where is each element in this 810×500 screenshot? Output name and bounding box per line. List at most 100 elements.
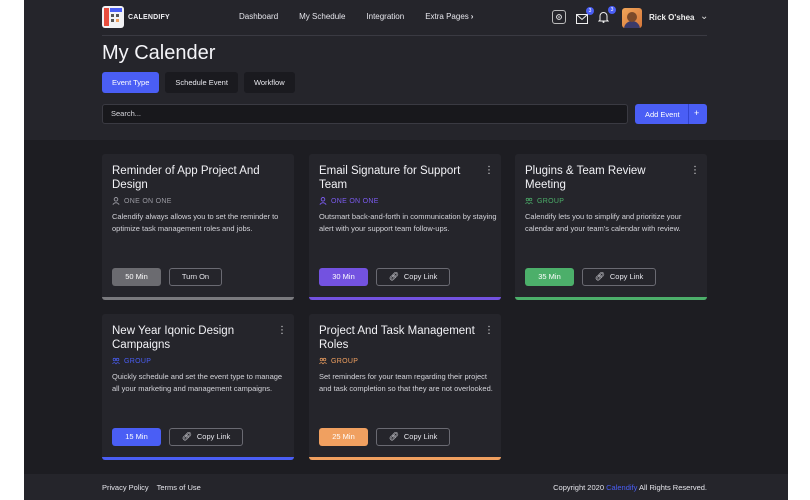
card-description: Quickly schedule and set the event type … [112,372,283,393]
mail-icon [576,14,588,24]
event-type-text: ONE ON ONE [331,197,379,205]
more-vertical-icon[interactable]: ⋮ [484,325,494,336]
terms-of-use-link[interactable]: Terms of Use [157,483,201,492]
tab-workflow[interactable]: Workflow [243,72,295,93]
action-label: Copy Link [609,272,644,281]
copyright: Copyright 2020 Calendify All Rights Rese… [553,483,707,492]
card-accent-bar [102,297,294,300]
card-title: Reminder of App Project And Design [112,165,260,191]
footer: Privacy Policy Terms of Use Copyright 20… [24,474,788,500]
nav-extra-pages-label: Extra Pages [425,12,469,21]
gear-icon [556,14,562,20]
event-type-text: GROUP [537,197,565,205]
link-icon: 🔗︎ [388,432,399,441]
card-title: Plugins & Team Review Meeting [525,165,646,191]
nav-my-schedule[interactable]: My Schedule [299,12,345,21]
brand-link[interactable]: Calendify [606,483,637,492]
copy-link-button[interactable]: 🔗︎ Copy Link [169,428,243,446]
link-icon: 🔗︎ [388,272,399,281]
link-icon: 🔗︎ [181,432,192,441]
mail-badge: 3 [586,7,594,15]
page-title: My Calender [102,42,216,64]
duration-badge: 30 Min [319,268,368,286]
event-type-text: ONE ON ONE [124,197,172,205]
add-event-divider [688,104,689,124]
card-accent-bar [309,457,501,460]
action-label: Copy Link [196,432,231,441]
action-label: Copy Link [403,432,438,441]
duration-badge: 35 Min [525,268,574,286]
nav-dashboard[interactable]: Dashboard [239,12,278,21]
duration-badge: 25 Min [319,428,368,446]
card-description: Calendify always allows you to set the r… [112,212,279,233]
copy-link-button[interactable]: 🔗︎ Copy Link [376,428,450,446]
add-event-label: Add Event [645,110,680,119]
chevron-down-icon[interactable]: ⌄ [700,11,708,22]
add-event-button[interactable]: Add Event + [635,104,707,124]
copyright-suffix: All Rights Reserved. [639,483,707,492]
duration-badge: 50 Min [112,268,161,286]
settings-button[interactable] [552,10,566,24]
group-icon [319,357,327,365]
plus-icon[interactable]: + [694,108,699,118]
nav-extra-pages[interactable]: Extra Pages › [425,12,473,21]
event-type-text: GROUP [331,357,359,365]
user-icon [112,197,120,205]
bell-icon [597,12,610,23]
event-card[interactable]: Project And Task Management Roles ⋮ GROU… [309,314,501,460]
event-type-label: GROUP [112,357,151,365]
card-description: Set reminders for your team regarding th… [319,372,493,393]
link-icon: 🔗︎ [594,272,605,281]
more-vertical-icon[interactable]: ⋮ [690,165,700,176]
logo-text: CALENDIFY [128,13,170,21]
card-title: Project And Task Management Roles [319,325,475,351]
group-icon [112,357,120,365]
user-name[interactable]: Rick O'shea [649,13,694,22]
nav-integration[interactable]: Integration [366,12,404,21]
event-type-label: GROUP [525,197,564,205]
copyright-prefix: Copyright 2020 [553,483,604,492]
logo[interactable]: CALENDIFY [102,6,170,28]
event-card[interactable]: New Year Iqonic Design Campaigns ⋮ GROUP… [102,314,294,460]
copy-link-button[interactable]: 🔗︎ Copy Link [376,268,450,286]
tab-schedule-event[interactable]: Schedule Event [165,72,238,93]
card-accent-bar [309,297,501,300]
card-title: Email Signature for Support Team [319,165,461,191]
avatar[interactable] [622,8,642,28]
privacy-policy-link[interactable]: Privacy Policy [102,483,149,492]
card-description: Outsmart back-and-forth in communication… [319,212,497,233]
card-title: New Year Iqonic Design Campaigns [112,325,235,351]
logo-icon [102,6,124,28]
header: CALENDIFY Dashboard My Schedule Integrat… [24,0,788,140]
event-card[interactable]: Email Signature for Support Team ⋮ ONE O… [309,154,501,300]
event-type-label: ONE ON ONE [112,197,172,205]
event-type-label: GROUP [319,357,358,365]
bell-badge: 3 [608,6,616,14]
app-frame: CALENDIFY Dashboard My Schedule Integrat… [24,0,788,500]
mail-button[interactable]: 3 [576,7,594,25]
event-type-label: ONE ON ONE [319,197,379,205]
tab-bar: Event Type Schedule Event Workflow [102,72,301,93]
action-label: Copy Link [403,272,438,281]
duration-badge: 15 Min [112,428,161,446]
event-card[interactable]: Reminder of App Project And Design ONE O… [102,154,294,300]
card-accent-bar [515,297,707,300]
action-label: Turn On [181,272,210,281]
main-nav: Dashboard My Schedule Integration Extra … [239,12,494,21]
more-vertical-icon[interactable]: ⋮ [277,325,287,336]
header-divider [102,35,707,36]
event-type-text: GROUP [124,357,152,365]
search-input[interactable]: Search... [102,104,628,124]
group-icon [525,197,533,205]
notifications-button[interactable]: 3 [597,6,616,24]
header-actions: 3 3 Rick O'shea ⌄ [550,6,780,28]
user-icon [319,197,327,205]
turn-on-button[interactable]: Turn On [169,268,222,286]
card-description: Calendify lets you to simplify and prior… [525,212,682,233]
card-accent-bar [102,457,294,460]
tab-event-type[interactable]: Event Type [102,72,160,93]
more-vertical-icon[interactable]: ⋮ [484,165,494,176]
event-card[interactable]: Plugins & Team Review Meeting ⋮ GROUP Ca… [515,154,707,300]
copy-link-button[interactable]: 🔗︎ Copy Link [582,268,656,286]
chevron-right-icon: › [470,12,474,21]
